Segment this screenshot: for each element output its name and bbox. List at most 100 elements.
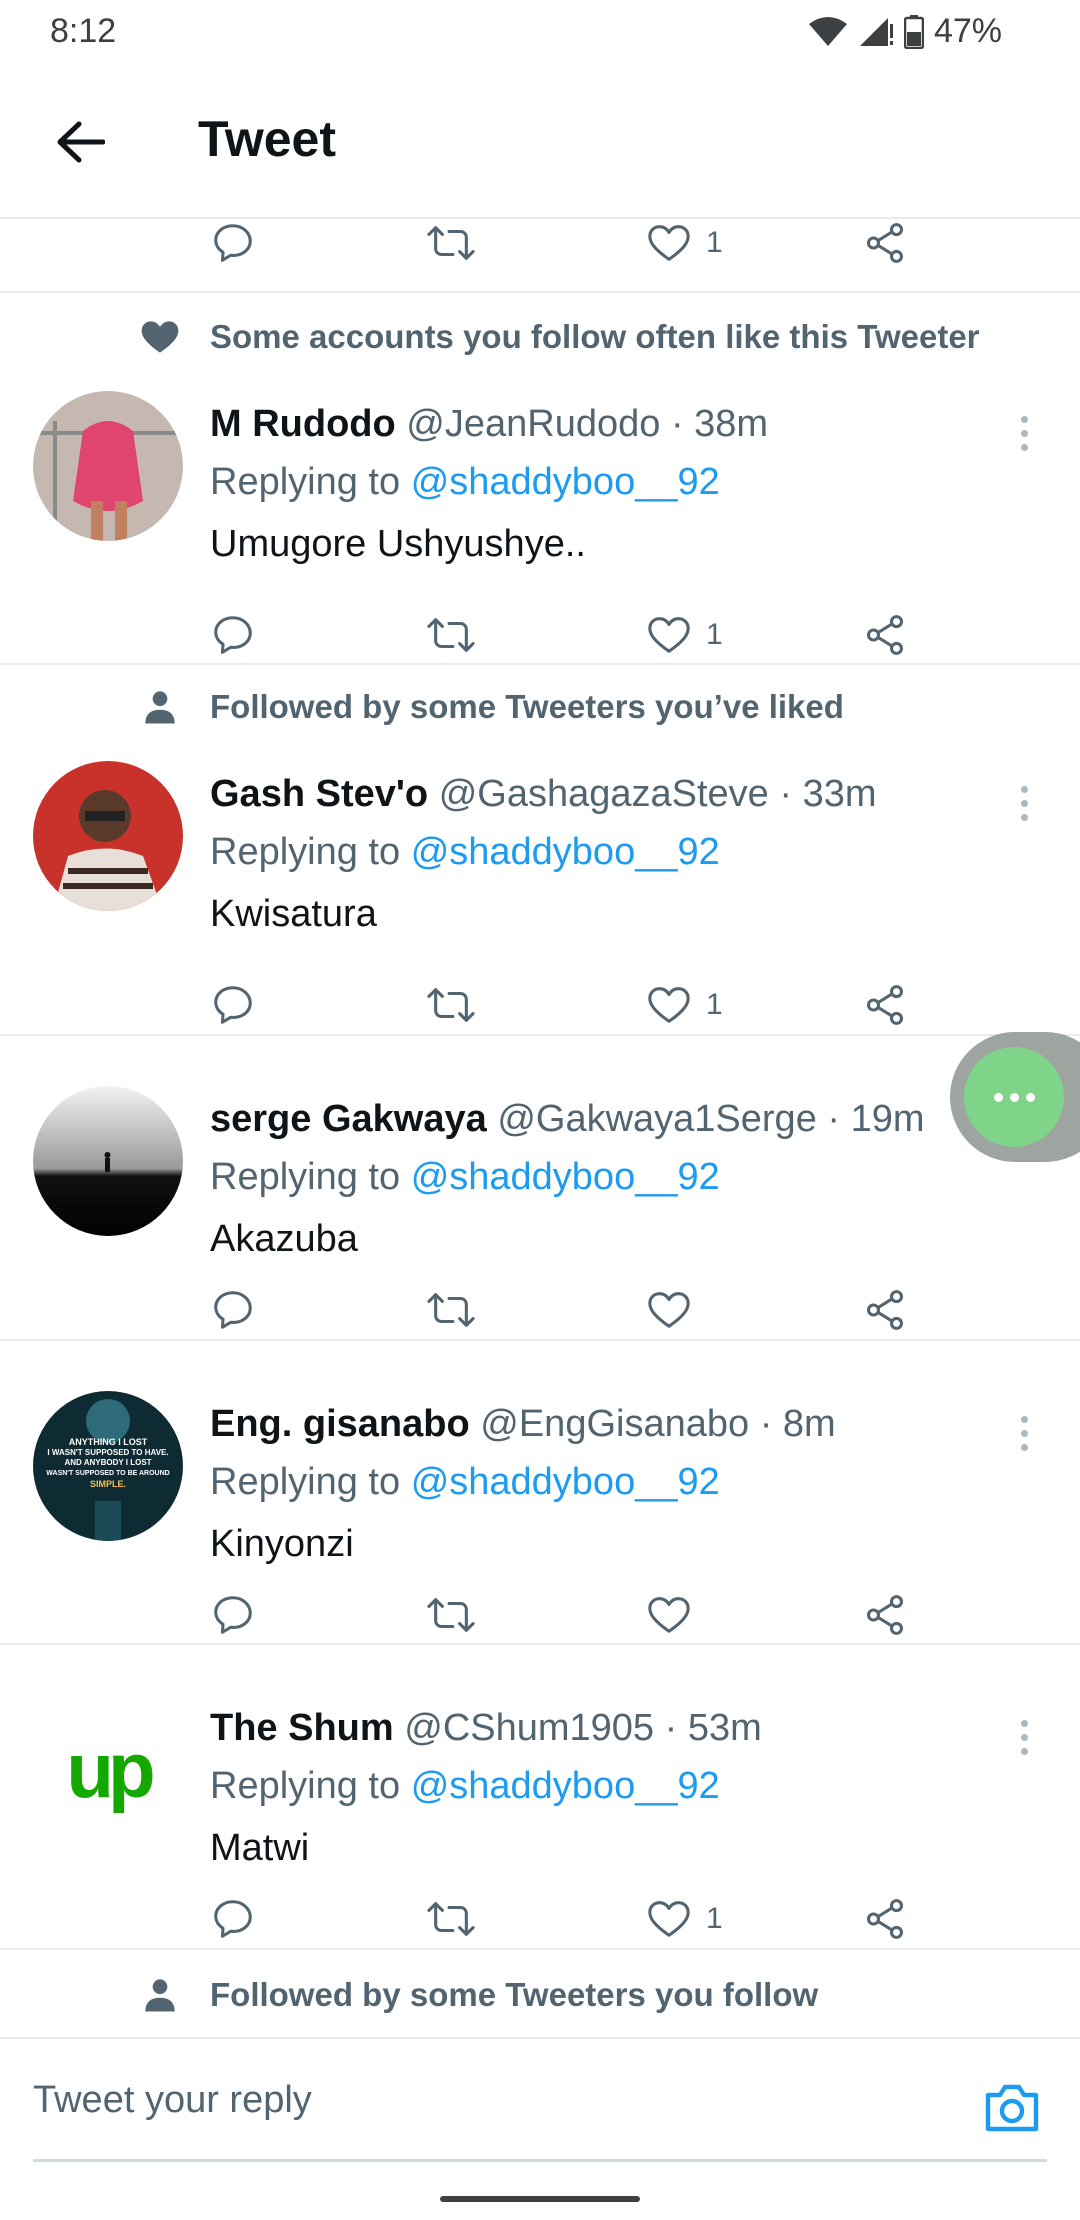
replying-to-label: Replying to (210, 1461, 401, 1503)
avatar[interactable] (33, 1086, 183, 1236)
social-context-text: Followed by some Tweeters you follow (210, 1976, 819, 2013)
tweet-action-row (0, 1585, 904, 1645)
display-name[interactable]: Eng. gisanabo (210, 1403, 470, 1445)
tweet-action-row (0, 1280, 904, 1340)
avatar[interactable]: up (33, 1695, 183, 1845)
user-handle[interactable]: @EngGisanabo (480, 1403, 749, 1445)
divider (0, 1948, 1080, 1950)
replying-to-label: Replying to (210, 1765, 401, 1807)
retweet-icon (427, 618, 475, 652)
more-options-button[interactable] (1004, 1403, 1044, 1463)
retweet-button[interactable] (426, 1280, 476, 1340)
avatar-line: ANYTHING I LOST (69, 1437, 148, 1447)
heart-outline-icon (648, 225, 690, 261)
reply-tweet[interactable]: Followed by some Tweeters you’ve liked G… (0, 665, 1080, 1035)
retweet-icon (427, 226, 475, 260)
tweet-text: Matwi (210, 1827, 310, 1869)
like-button[interactable]: 1 (646, 219, 723, 273)
social-context: Some accounts you follow often like this… (138, 315, 980, 359)
input-underline (33, 2159, 1047, 2162)
wifi-icon (808, 16, 847, 46)
replying-to-label: Replying to (210, 461, 401, 503)
reply-tweet[interactable]: up The Shum @CShum1905 · 53m Replying to… (0, 1645, 1080, 1945)
like-button[interactable] (646, 1585, 692, 1645)
display-name[interactable]: Gash Stev'o (210, 773, 428, 815)
reply-icon (214, 1596, 252, 1634)
mention-link[interactable]: @shaddyboo__92 (411, 1156, 720, 1198)
like-button[interactable]: 1 (646, 1889, 723, 1949)
tweet-text: Kwisatura (210, 893, 377, 935)
retweet-icon (427, 1293, 475, 1327)
camera-button[interactable] (982, 2079, 1042, 2135)
retweet-button[interactable] (426, 1889, 476, 1949)
reply-button[interactable] (210, 1889, 256, 1949)
reply-feed[interactable]: 1 Some accounts you follow often like th… (0, 219, 1080, 2037)
display-name[interactable]: M Rudodo (210, 403, 396, 445)
replying-to: Replying to @shaddyboo__92 (210, 831, 720, 874)
mention-link[interactable]: @shaddyboo__92 (411, 461, 720, 503)
like-button[interactable]: 1 (646, 975, 723, 1035)
retweet-button[interactable] (426, 219, 476, 273)
like-count: 1 (706, 618, 723, 651)
timestamp: · 19m (827, 1098, 925, 1140)
reply-tweet[interactable]: ANYTHING I LOST I WASN'T SUPPOSED TO HAV… (0, 1341, 1080, 1641)
mention-link[interactable]: @shaddyboo__92 (411, 1461, 720, 1503)
reply-composer: Tweet your reply (0, 2037, 1080, 2162)
camera-icon (985, 2084, 1039, 2132)
share-icon (866, 1899, 904, 1939)
share-button[interactable] (862, 975, 908, 1035)
replying-to-label: Replying to (210, 831, 401, 873)
avatar[interactable]: ANYTHING I LOST I WASN'T SUPPOSED TO HAV… (33, 1391, 183, 1541)
avatar[interactable] (33, 761, 183, 911)
tweet-action-row: 1 (0, 1889, 904, 1949)
replying-to: Replying to @shaddyboo__92 (210, 1156, 720, 1199)
share-icon (866, 223, 904, 263)
reply-icon (214, 616, 252, 654)
reply-input[interactable]: Tweet your reply (33, 2079, 312, 2122)
share-button[interactable] (862, 219, 908, 273)
retweet-button[interactable] (426, 1585, 476, 1645)
back-button[interactable] (44, 106, 116, 178)
retweet-button[interactable] (426, 605, 476, 665)
reply-tweet[interactable]: Some accounts you follow often like this… (0, 293, 1080, 663)
battery-icon (903, 14, 924, 49)
tweet-header: M Rudodo @JeanRudodo · 38m (210, 403, 768, 446)
more-options-button[interactable] (1004, 403, 1044, 463)
like-count: 1 (706, 988, 723, 1021)
display-name[interactable]: The Shum (210, 1707, 394, 1749)
heart-outline-icon (648, 617, 690, 653)
timestamp: · 38m (670, 403, 769, 445)
mention-link[interactable]: @shaddyboo__92 (411, 831, 720, 873)
reply-button[interactable] (210, 605, 256, 665)
like-button[interactable]: 1 (646, 605, 723, 665)
avatar-line: AND ANYBODY I LOST (64, 1458, 151, 1467)
page-title: Tweet (198, 111, 336, 167)
user-handle[interactable]: @Gakwaya1Serge (497, 1098, 817, 1140)
more-options-button[interactable] (1004, 1707, 1044, 1767)
share-icon (866, 615, 904, 655)
user-handle[interactable]: @JeanRudodo (406, 403, 660, 445)
retweet-button[interactable] (426, 975, 476, 1035)
tweet-text: Akazuba (210, 1218, 358, 1260)
reply-tweet[interactable]: serge Gakwaya @Gakwaya1Serge · 19m Reply… (0, 1036, 1080, 1336)
reply-button[interactable] (210, 219, 256, 273)
reply-button[interactable] (210, 1585, 256, 1645)
like-count: 1 (706, 226, 723, 259)
mention-link[interactable]: @shaddyboo__92 (411, 1765, 720, 1807)
floating-chat-bubble[interactable] (950, 1032, 1080, 1162)
share-button[interactable] (862, 1585, 908, 1645)
user-handle[interactable]: @CShum1905 (404, 1707, 654, 1749)
tweet-text: Umugore Ushyushye.. (210, 523, 586, 565)
more-options-button[interactable] (1004, 773, 1044, 833)
share-button[interactable] (862, 1280, 908, 1340)
like-button[interactable] (646, 1280, 692, 1340)
reply-button[interactable] (210, 975, 256, 1035)
share-button[interactable] (862, 605, 908, 665)
display-name[interactable]: serge Gakwaya (210, 1098, 487, 1140)
reply-button[interactable] (210, 1280, 256, 1340)
home-indicator[interactable] (440, 2196, 640, 2202)
share-button[interactable] (862, 1889, 908, 1949)
social-context-text: Some accounts you follow often like this… (210, 318, 980, 355)
avatar[interactable] (33, 391, 183, 541)
user-handle[interactable]: @GashagazaSteve (439, 773, 769, 815)
